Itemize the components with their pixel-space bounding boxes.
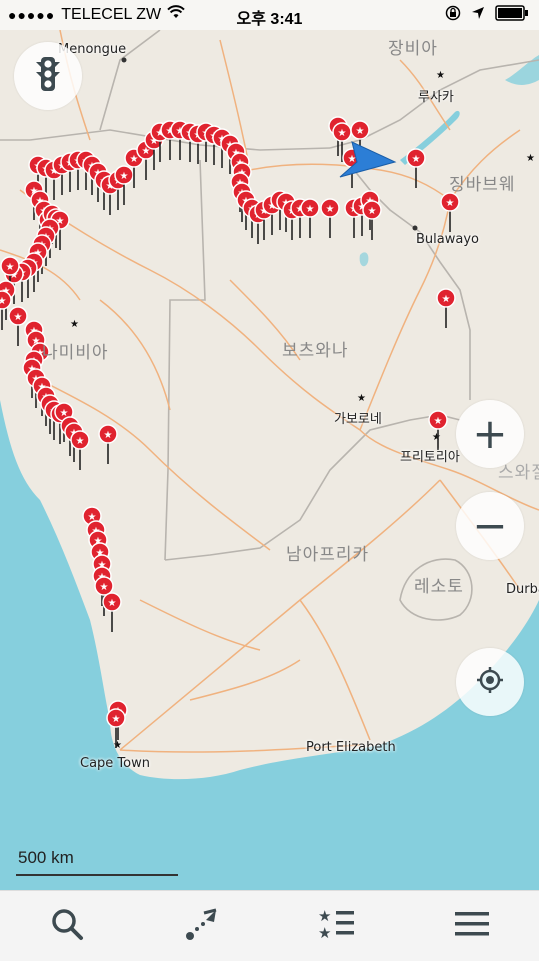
bottom-toolbar: ★ ★: [0, 890, 539, 961]
map-view[interactable]: ★ ★ ★ ★ ★ ★ ★ ★ ★ ★ ★ ★ ★ ★ ★ ★ ★ ★ ★ ★ ★ ★ ★ ★ ★ ★ ★ ★ ★ ★ ★ ★ ★ ★…: [0, 30, 539, 890]
minus-icon: −: [472, 501, 508, 550]
scale-label: 500 km: [18, 848, 74, 867]
svg-text:★: ★: [318, 907, 331, 925]
location-arrow-icon: [471, 6, 485, 25]
locate-button[interactable]: [456, 648, 524, 716]
search-icon: [50, 907, 84, 946]
label-gaborone: 가보로네: [334, 412, 382, 427]
menongue-marker: [121, 57, 127, 63]
pin-star-icon: ★: [326, 204, 335, 215]
pan-1: [359, 252, 369, 267]
bookmark-pin[interactable]: ★: [98, 424, 118, 464]
pin-star-icon: ★: [306, 204, 315, 215]
pin-star-icon: ★: [6, 262, 15, 273]
label-bulawayo: Bulawayo: [416, 232, 479, 247]
lake-north: [505, 55, 539, 85]
crosshair-icon: [476, 666, 504, 699]
pin-star-icon: ★: [442, 294, 451, 305]
traffic-button[interactable]: [14, 42, 82, 110]
battery-icon: [495, 5, 529, 26]
label-zimbabwe: 징바브웨: [449, 175, 516, 195]
pin-star-icon: ★: [14, 312, 23, 323]
label-cape-town: Cape Town: [80, 756, 150, 771]
windhoek-marker: ★: [70, 319, 79, 330]
bookmark-pin[interactable]: ★: [428, 410, 448, 450]
zoom-out-button[interactable]: −: [456, 492, 524, 560]
bookmark-pin[interactable]: ★: [102, 592, 122, 632]
route-icon: [184, 906, 220, 947]
pin-star-icon: ★: [100, 582, 109, 593]
pin-star-icon: ★: [338, 128, 347, 139]
label-durban: Durba: [506, 582, 539, 597]
label-lesotho: 레소토: [414, 577, 464, 597]
pin-star-icon: ★: [446, 198, 455, 209]
pin-star-icon: ★: [412, 154, 421, 165]
pin-star-icon: ★: [104, 430, 113, 441]
svg-text:★: ★: [318, 924, 331, 941]
label-zambia: 장비아: [388, 39, 438, 59]
pin-star-icon: ★: [368, 206, 377, 217]
zoom-in-button[interactable]: +: [456, 400, 524, 468]
capetown-marker: ★: [113, 740, 122, 751]
bookmarks-button[interactable]: ★ ★: [307, 896, 367, 956]
pin-star-icon: ★: [76, 436, 85, 447]
pin-star-icon: ★: [356, 126, 365, 137]
status-bar: ●●●●● TELECEL ZW 오후 3:41: [0, 0, 539, 30]
pin-star-icon: ★: [112, 714, 121, 725]
route-button[interactable]: [172, 896, 232, 956]
bulawayo-marker: [412, 225, 418, 231]
menu-button[interactable]: [442, 896, 502, 956]
pin-star-icon: ★: [434, 416, 443, 427]
label-namibia: 나미비아: [42, 343, 109, 363]
lock-rotation-icon: [445, 5, 461, 26]
bookmark-pin[interactable]: ★: [436, 288, 456, 328]
label-south-africa: 남아프리카: [286, 545, 370, 565]
scale-bar: 500 km: [16, 846, 178, 876]
gaborone-marker: ★: [357, 393, 366, 404]
bookmark-pin[interactable]: ★: [320, 198, 340, 238]
label-pretoria: 프리토리아: [400, 450, 460, 465]
pin-star-icon: ★: [108, 598, 117, 609]
search-button[interactable]: [37, 896, 97, 956]
label-port-elizabeth: Port Elizabeth: [306, 740, 396, 755]
harare-marker: ★: [526, 153, 535, 164]
pin-star-icon: ★: [120, 171, 129, 182]
bookmark-pin[interactable]: ★: [362, 200, 382, 240]
label-lusaka: 루사카: [418, 90, 454, 105]
pretoria-marker: ★: [432, 432, 441, 443]
bookmarks-list-icon: ★ ★: [318, 907, 356, 946]
pin-star-icon: ★: [130, 154, 139, 165]
lusaka-marker: ★: [436, 70, 445, 81]
pin-star-icon: ★: [0, 296, 7, 307]
menu-icon: [454, 910, 489, 943]
bookmark-pin[interactable]: ★: [300, 198, 320, 238]
plus-icon: +: [472, 409, 508, 458]
label-botswana: 보츠와나: [282, 341, 349, 361]
bookmark-pin[interactable]: ★: [8, 306, 28, 346]
traffic-light-icon: [35, 56, 61, 97]
